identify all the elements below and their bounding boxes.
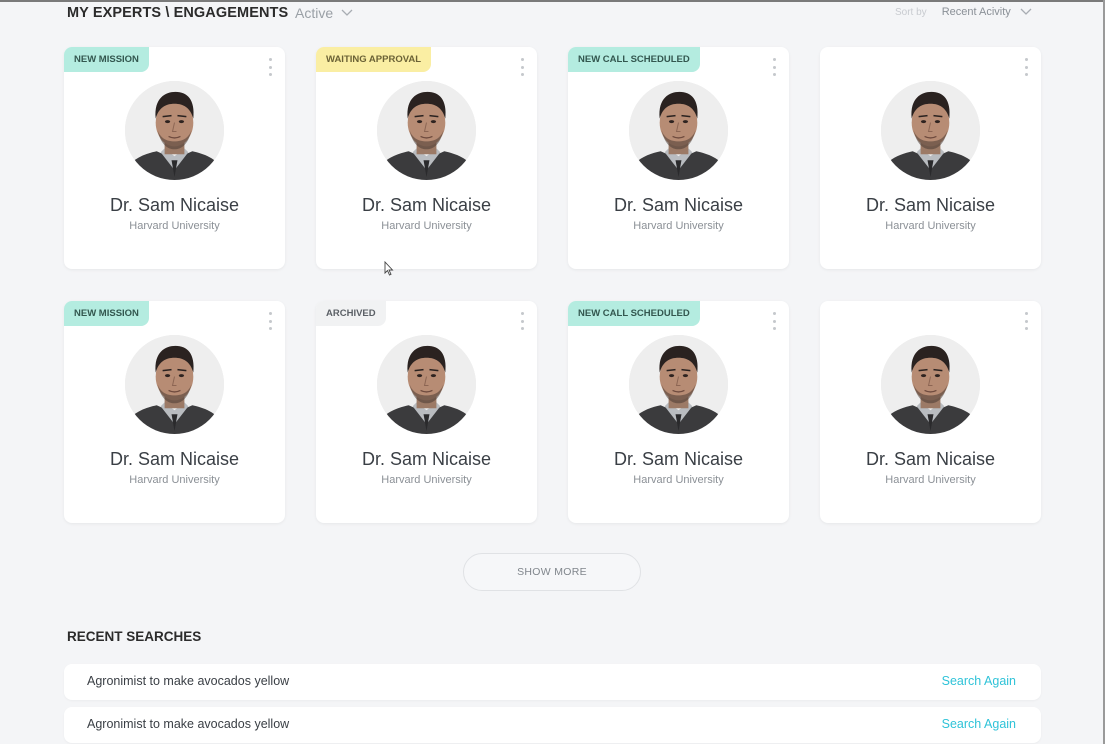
- expert-card[interactable]: WAITING APPROVAL Dr. Sam Nicaise Harvard…: [316, 47, 537, 269]
- avatar: [629, 81, 728, 180]
- expert-name: Dr. Sam Nicaise: [109, 449, 240, 469]
- more-options-icon[interactable]: [519, 312, 525, 330]
- expert-organization: Harvard University: [885, 220, 976, 232]
- page-title: MY EXPERTS \ ENGAGEMENTS: [67, 5, 289, 21]
- expert-name: Dr. Sam Nicaise: [613, 195, 744, 215]
- show-more-button[interactable]: SHOW MORE: [463, 553, 641, 591]
- more-options-icon[interactable]: [1023, 312, 1029, 330]
- recent-search-row: Agronimist to make avocados yellow Searc…: [64, 664, 1041, 700]
- recent-searches-title: RECENT SEARCHES: [67, 629, 202, 644]
- expert-organization: Harvard University: [129, 474, 220, 486]
- more-options-icon[interactable]: [267, 312, 273, 330]
- status-badge: NEW MISSION: [64, 301, 149, 326]
- more-options-icon[interactable]: [1023, 58, 1029, 76]
- avatar: [881, 335, 980, 434]
- status-badge: NEW CALL SCHEDULED: [568, 47, 700, 72]
- search-again-link[interactable]: Search Again: [942, 674, 1016, 688]
- status-badge: ARCHIVED: [316, 301, 386, 326]
- sort-label: Sort by: [895, 6, 927, 18]
- chevron-down-icon: [1020, 8, 1032, 15]
- status-filter-dropdown[interactable]: Active: [295, 4, 353, 22]
- page-header: MY EXPERTS \ ENGAGEMENTS Active Sort by …: [0, 0, 1105, 26]
- avatar: [377, 335, 476, 434]
- expert-organization: Harvard University: [885, 474, 976, 486]
- status-badge: NEW CALL SCHEDULED: [568, 301, 700, 326]
- expert-card[interactable]: NEW MISSION Dr. Sam Nicaise Harvard Univ…: [64, 301, 285, 523]
- avatar: [881, 81, 980, 180]
- expert-name: Dr. Sam Nicaise: [865, 449, 996, 469]
- status-badge: WAITING APPROVAL: [316, 47, 431, 72]
- expert-card-grid: NEW MISSION Dr. Sam Nicaise Harvard Univ…: [64, 47, 1041, 523]
- mouse-pointer-icon: [384, 261, 394, 276]
- more-options-icon[interactable]: [519, 58, 525, 76]
- expert-name: Dr. Sam Nicaise: [109, 195, 240, 215]
- expert-name: Dr. Sam Nicaise: [361, 449, 492, 469]
- avatar: [377, 81, 476, 180]
- status-filter-value: Active: [295, 5, 334, 21]
- more-options-icon[interactable]: [267, 58, 273, 76]
- more-options-icon[interactable]: [771, 58, 777, 76]
- avatar: [125, 335, 224, 434]
- sort-control: Sort by Recent Acivity: [895, 6, 1032, 18]
- expert-name: Dr. Sam Nicaise: [361, 195, 492, 215]
- expert-name: Dr. Sam Nicaise: [613, 449, 744, 469]
- sort-dropdown[interactable]: Recent Acivity: [942, 6, 1032, 18]
- expert-organization: Harvard University: [633, 474, 724, 486]
- expert-card[interactable]: NEW CALL SCHEDULED Dr. Sam Nicaise Harva…: [568, 301, 789, 523]
- chevron-down-icon: [341, 9, 353, 16]
- expert-card[interactable]: Dr. Sam Nicaise Harvard University: [820, 47, 1041, 269]
- expert-organization: Harvard University: [633, 220, 724, 232]
- sort-value: Recent Acivity: [941, 6, 1011, 18]
- status-badge: NEW MISSION: [64, 47, 149, 72]
- expert-card[interactable]: ARCHIVED Dr. Sam Nicaise Harvard Univers…: [316, 301, 537, 523]
- expert-organization: Harvard University: [381, 220, 472, 232]
- expert-name: Dr. Sam Nicaise: [865, 195, 996, 215]
- avatar: [629, 335, 728, 434]
- expert-card[interactable]: NEW CALL SCHEDULED Dr. Sam Nicaise Harva…: [568, 47, 789, 269]
- avatar: [125, 81, 224, 180]
- expert-organization: Harvard University: [381, 474, 472, 486]
- more-options-icon[interactable]: [771, 312, 777, 330]
- recent-search-row: Agronimist to make avocados yellow Searc…: [64, 707, 1041, 743]
- recent-search-query: Agronimist to make avocados yellow: [87, 717, 290, 731]
- expert-card[interactable]: NEW MISSION Dr. Sam Nicaise Harvard Univ…: [64, 47, 285, 269]
- expert-card[interactable]: Dr. Sam Nicaise Harvard University: [820, 301, 1041, 523]
- search-again-link[interactable]: Search Again: [942, 717, 1016, 731]
- expert-organization: Harvard University: [129, 220, 220, 232]
- recent-search-query: Agronimist to make avocados yellow: [87, 674, 290, 688]
